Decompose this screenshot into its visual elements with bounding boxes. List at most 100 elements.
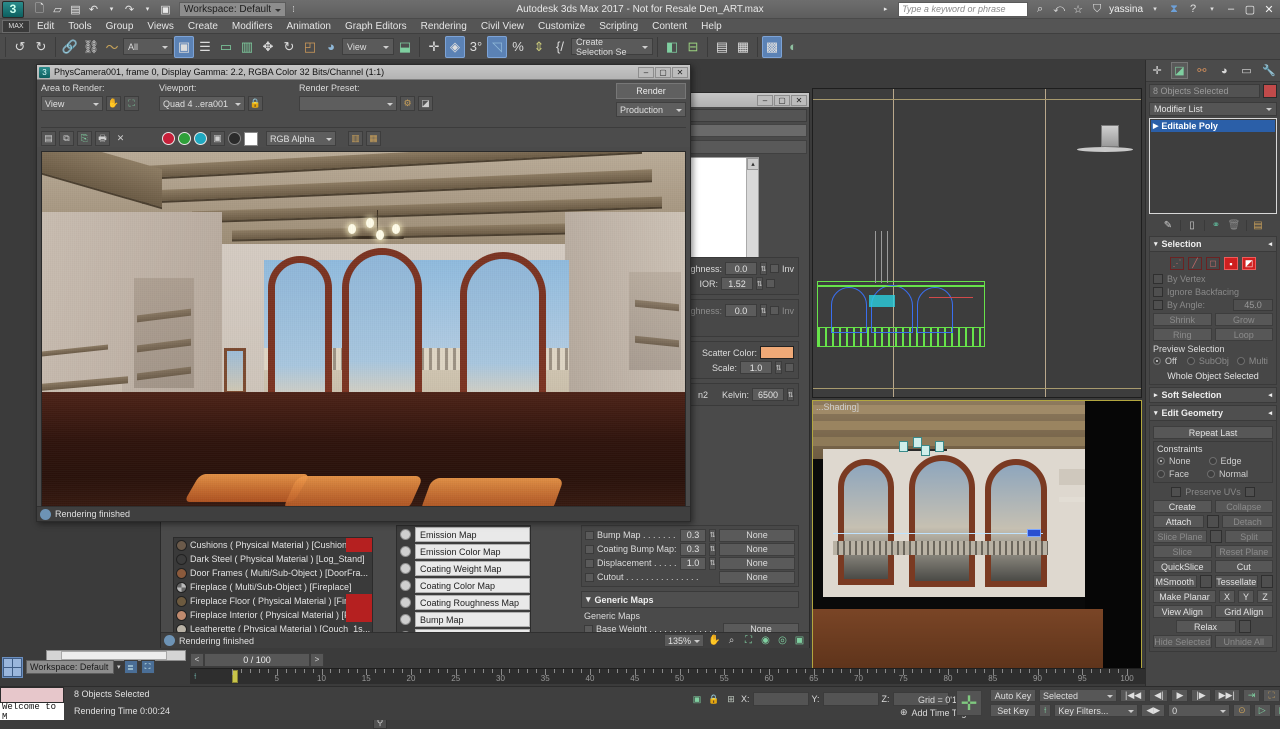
minimize-icon[interactable]: ‒ bbox=[757, 95, 773, 106]
menu-item-content[interactable]: Content bbox=[645, 19, 694, 34]
rollout-pin-icon[interactable]: ◂ bbox=[1268, 409, 1272, 417]
maximize-icon[interactable]: ▢ bbox=[774, 95, 790, 106]
bump-map-checkbox[interactable] bbox=[585, 531, 594, 540]
lock-viewport-icon[interactable]: 🔒 bbox=[248, 96, 263, 111]
key-step-icon[interactable]: ◀▶ bbox=[1141, 704, 1165, 717]
maximize-icon[interactable]: ▢ bbox=[655, 67, 671, 78]
pan-hand-icon[interactable]: ✋ bbox=[708, 634, 721, 647]
graphite-modeling-tools-icon[interactable]: ▩ bbox=[762, 36, 782, 58]
mini-listener-box[interactable] bbox=[0, 687, 64, 703]
key-filters-button[interactable]: Key Filters... bbox=[1054, 704, 1138, 717]
preview-subobj-radio[interactable] bbox=[1187, 357, 1195, 365]
material-browser-list[interactable]: Cushions ( Physical Material ) [Cushion_… bbox=[173, 537, 373, 642]
edge-subobject-icon[interactable]: ╱ bbox=[1188, 257, 1202, 270]
selection-lock-icon[interactable]: ▣ bbox=[690, 693, 704, 706]
toggle-ui-icon[interactable]: ▥ bbox=[348, 131, 363, 146]
slice-button[interactable]: Slice bbox=[1153, 545, 1212, 558]
pin-stack-icon[interactable]: ✎ bbox=[1162, 219, 1175, 232]
customize-ui-icon[interactable]: ≣ bbox=[124, 660, 138, 674]
map-slot-row[interactable]: Emission Color Map bbox=[397, 543, 530, 560]
list-item[interactable]: Door Frames ( Multi/Sub-Object ) [DoorFr… bbox=[174, 566, 372, 580]
account-dropdown-icon[interactable]: ▾ bbox=[1148, 2, 1162, 16]
viewport-label-perspective[interactable]: ...Shading] bbox=[816, 402, 859, 412]
make-planar-button[interactable]: Make Planar bbox=[1153, 590, 1216, 603]
constraint-normal-radio[interactable] bbox=[1207, 470, 1215, 478]
attach-button[interactable]: Attach bbox=[1153, 515, 1204, 528]
menu-item-animation[interactable]: Animation bbox=[279, 19, 337, 34]
environment-icon[interactable]: ◪ bbox=[418, 96, 433, 111]
map-slot-row[interactable]: Coating Roughness Map bbox=[397, 594, 530, 611]
by-vertex-row[interactable]: By Vertex bbox=[1153, 272, 1273, 285]
undo-dropdown-icon[interactable]: ▾ bbox=[104, 2, 119, 17]
msmooth-button[interactable]: MSmooth bbox=[1153, 575, 1197, 588]
account-icon[interactable]: ⛉ bbox=[1090, 2, 1104, 16]
menu-item-civil-view[interactable]: Civil View bbox=[474, 19, 531, 34]
key-mode-toggle-icon[interactable]: ⟊ bbox=[1039, 704, 1051, 717]
coating-bump-map-spinner[interactable]: ⇅ bbox=[709, 543, 716, 556]
menu-item-edit[interactable]: Edit bbox=[30, 19, 61, 34]
green-channel-icon[interactable] bbox=[178, 132, 191, 145]
ior-spinner[interactable]: ⇅ bbox=[756, 277, 763, 290]
attach-settings-icon[interactable] bbox=[1207, 515, 1219, 528]
menu-item-views[interactable]: Views bbox=[140, 19, 181, 34]
workspace-selector[interactable]: Workspace: Default bbox=[179, 2, 286, 17]
help-icon[interactable]: ? bbox=[1186, 2, 1200, 16]
expand-arrow-icon[interactable]: ▶ bbox=[1153, 122, 1158, 130]
modifier-list-dropdown[interactable]: Modifier List bbox=[1149, 102, 1277, 116]
window-crossing-toggle-icon[interactable]: ▥ bbox=[237, 36, 257, 58]
prompt-line[interactable]: Welcome to M bbox=[0, 703, 64, 720]
modifier-stack[interactable]: ▶ Editable Poly bbox=[1149, 118, 1277, 214]
close-icon[interactable]: ✕ bbox=[791, 95, 807, 106]
select-by-name-icon[interactable]: ☰ bbox=[195, 36, 215, 58]
border-subobject-icon[interactable]: ◻ bbox=[1206, 257, 1220, 270]
alpha-channel-icon[interactable]: ▣ bbox=[210, 131, 225, 146]
rollout-pin-icon[interactable]: ◂ bbox=[1268, 240, 1272, 248]
viewport-front-wireframe[interactable] bbox=[812, 88, 1142, 398]
scroll-up-icon[interactable]: ▴ bbox=[747, 158, 759, 170]
quickslice-button[interactable]: QuickSlice bbox=[1153, 560, 1212, 573]
by-angle-checkbox[interactable] bbox=[1153, 300, 1163, 310]
displacement-checkbox[interactable] bbox=[585, 559, 594, 568]
clone-bitmap-icon[interactable]: ⎘ bbox=[77, 131, 92, 146]
cut-button[interactable]: Cut bbox=[1215, 560, 1274, 573]
star-icon[interactable]: ☆ bbox=[1071, 2, 1085, 16]
track-bar[interactable]: ⟊ 51015202530354045505560657075808590951… bbox=[190, 668, 1145, 684]
loop-button[interactable]: Loop bbox=[1215, 328, 1274, 341]
map-socket-icon[interactable] bbox=[400, 614, 411, 625]
map-slot-column[interactable]: Emission Map Emission Color Map Coating … bbox=[396, 525, 531, 645]
hide-selected-button[interactable]: Hide Selected bbox=[1153, 635, 1212, 648]
view-align-button[interactable]: View Align bbox=[1153, 605, 1212, 618]
mono-channel-icon[interactable] bbox=[228, 132, 241, 145]
by-angle-value[interactable]: 45.0 bbox=[1233, 299, 1273, 311]
ignore-backfacing-checkbox[interactable] bbox=[1153, 287, 1163, 297]
edit-named-selection-sets-icon[interactable]: ⇕ bbox=[529, 36, 549, 58]
create-button[interactable]: Create bbox=[1153, 500, 1212, 513]
bind-to-space-warp-icon[interactable]: 〜 bbox=[102, 36, 122, 58]
roughness2-value[interactable]: 0.0 bbox=[725, 304, 757, 317]
manage-layout-icon[interactable]: ⛶ bbox=[141, 660, 155, 674]
roughness-value[interactable]: 0.0 bbox=[725, 262, 757, 275]
exchange-app-store-icon[interactable]: ⧗ bbox=[1167, 2, 1181, 16]
map-slot-label[interactable]: Emission Map bbox=[415, 527, 530, 542]
redo-icon[interactable]: ↻ bbox=[31, 36, 51, 58]
minimize-icon[interactable]: ‒ bbox=[638, 67, 654, 78]
soft-selection-rollout-header[interactable]: ▸ Soft Selection ◂ bbox=[1149, 387, 1277, 403]
tessellate-settings-icon[interactable] bbox=[1261, 575, 1273, 588]
render-window-titlebar[interactable]: 3 PhysCamera001, frame 0, Display Gamma:… bbox=[37, 65, 690, 80]
percent-snap-toggle-icon[interactable]: ◹ bbox=[487, 36, 507, 58]
layout-all-icon[interactable]: ◎ bbox=[776, 634, 789, 647]
collapse-button[interactable]: Collapse bbox=[1215, 500, 1274, 513]
absolute-relative-icon[interactable]: ⊞ bbox=[724, 693, 738, 706]
go-to-end-icon[interactable]: ▶▶| bbox=[1214, 689, 1240, 702]
menu-item-modifiers[interactable]: Modifiers bbox=[225, 19, 280, 34]
next-frame-button[interactable]: > bbox=[310, 653, 324, 667]
time-configuration-icon[interactable]: ⇥ bbox=[1243, 689, 1261, 702]
white-swatch-icon[interactable] bbox=[244, 132, 258, 146]
menu-item-rendering[interactable]: Rendering bbox=[414, 19, 474, 34]
select-and-scale-icon[interactable]: ◰ bbox=[300, 36, 320, 58]
roughness-spinner[interactable]: ⇅ bbox=[760, 262, 767, 275]
relax-settings-icon[interactable] bbox=[1239, 620, 1251, 633]
close-icon[interactable]: ✕ bbox=[672, 67, 688, 78]
rectangular-selection-region-icon[interactable]: ▭ bbox=[216, 36, 236, 58]
undo-icon[interactable]: ↺ bbox=[10, 36, 30, 58]
